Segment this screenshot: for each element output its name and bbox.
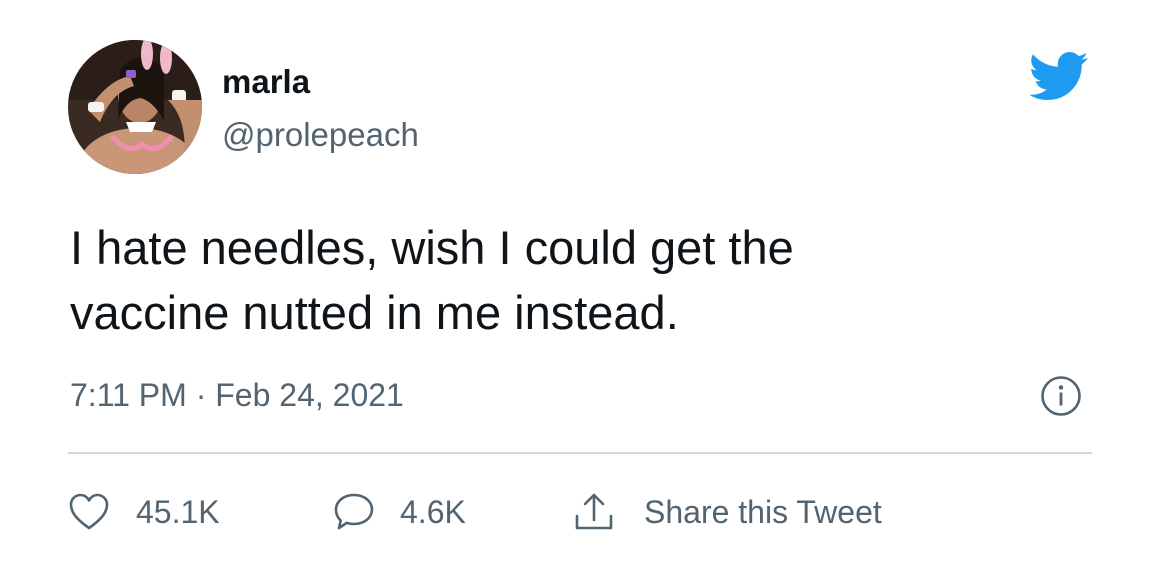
like-button[interactable]: 45.1K <box>68 488 220 536</box>
heart-icon <box>68 492 110 532</box>
divider <box>68 452 1092 454</box>
share-upload-icon <box>572 490 616 534</box>
tweet-timestamp[interactable]: 7:11 PM · Feb 24, 2021 <box>70 373 404 417</box>
tweet-text-line-1: I hate needles, wish I could get the <box>70 221 794 274</box>
like-count: 45.1K <box>136 494 220 530</box>
speech-bubble-icon <box>332 491 376 533</box>
share-label: Share this Tweet <box>644 494 882 530</box>
avatar[interactable] <box>68 40 202 174</box>
tweet-text: I hate needles, wish I could get the vac… <box>70 215 1110 345</box>
info-icon[interactable] <box>1040 375 1082 417</box>
tweet-text-line-2: vaccine nutted in me instead. <box>70 286 679 339</box>
reply-count: 4.6K <box>400 494 466 530</box>
reply-button[interactable]: 4.6K <box>332 488 466 536</box>
twitter-bird-icon[interactable] <box>1028 52 1090 102</box>
share-button[interactable]: Share this Tweet <box>572 488 882 536</box>
author-handle[interactable]: @prolepeach <box>222 113 419 157</box>
author-name[interactable]: marla <box>222 60 310 104</box>
